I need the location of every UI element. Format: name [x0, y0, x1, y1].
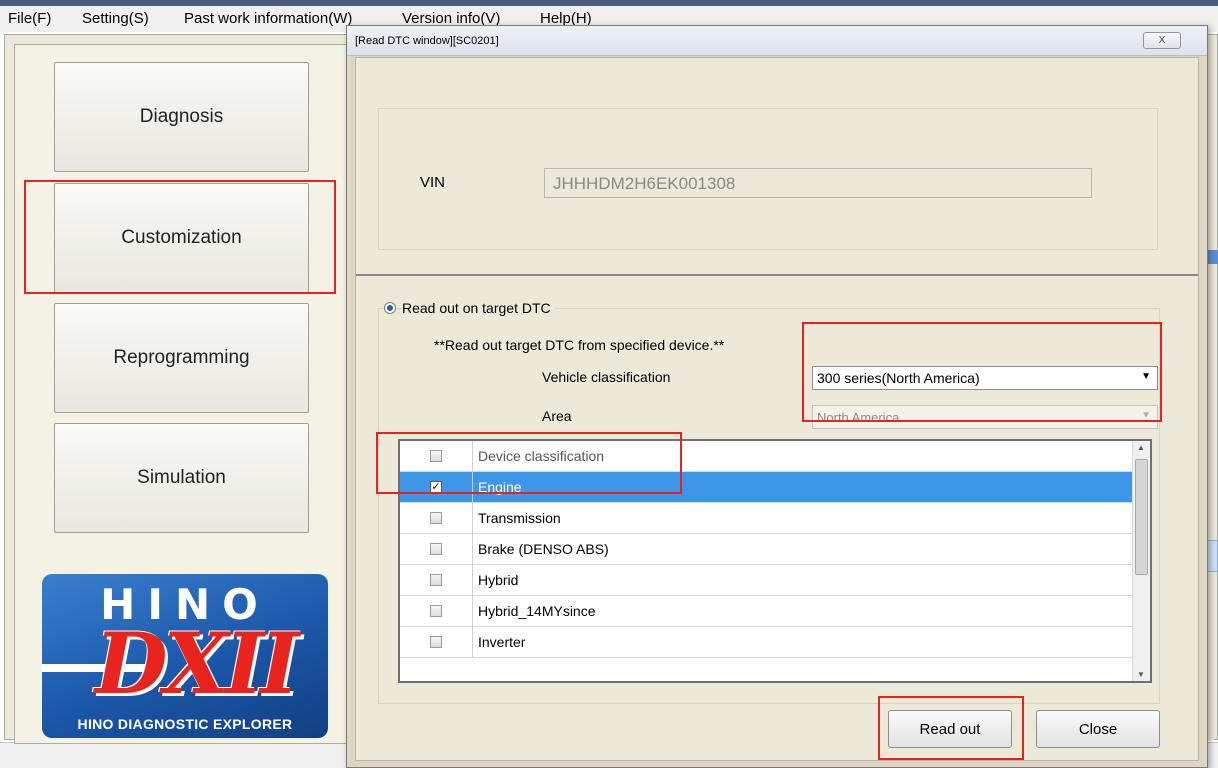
device-name: Engine: [478, 479, 522, 495]
scroll-up-icon[interactable]: ▲: [1137, 443, 1145, 452]
dialog-client-area: VIN JHHHDM2H6EK001308 Read out on target…: [355, 57, 1199, 761]
hino-dx-logo: HINO DXII HINO DIAGNOSTIC EXPLORER: [42, 574, 328, 738]
device-checkbox[interactable]: [430, 543, 442, 555]
select-all-checkbox[interactable]: [430, 450, 442, 462]
device-name: Hybrid: [478, 572, 519, 588]
logo-subtitle: HINO DIAGNOSTIC EXPLORER: [77, 716, 293, 732]
device-row-brake[interactable]: Brake (DENSO ABS): [400, 534, 1134, 565]
reprogramming-button[interactable]: Reprogramming: [54, 303, 309, 413]
vehicle-classification-select[interactable]: 300 series(North America) ▼: [812, 366, 1158, 390]
menu-file[interactable]: File(F): [8, 10, 51, 27]
column-separator: [472, 534, 473, 565]
device-name: Brake (DENSO ABS): [478, 541, 609, 557]
device-checkbox[interactable]: [430, 605, 442, 617]
area-value: North America: [817, 410, 900, 425]
vehicle-classification-value: 300 series(North America): [817, 370, 980, 386]
customization-button[interactable]: Customization: [54, 183, 309, 293]
dialog-title: [Read DTC window][SC0201]: [355, 35, 499, 47]
area-select: North America ▼: [812, 405, 1158, 429]
close-icon: X: [1158, 35, 1166, 46]
device-name: Inverter: [478, 634, 526, 650]
device-classification-list: Device classification ✓ Engine Transmiss…: [398, 439, 1152, 683]
close-button[interactable]: Close: [1036, 710, 1160, 748]
logo-product: DXII: [94, 614, 300, 713]
column-separator: [472, 503, 473, 534]
device-list-header: Device classification: [400, 441, 1134, 472]
device-row-inverter[interactable]: Inverter: [400, 627, 1134, 658]
column-separator: [472, 565, 473, 596]
read-target-radio[interactable]: [384, 302, 396, 314]
area-label: Area: [542, 408, 572, 424]
device-list-header-label: Device classification: [478, 448, 605, 464]
device-list-scrollbar[interactable]: ▲ ▼: [1132, 441, 1150, 681]
device-row-hybrid[interactable]: Hybrid: [400, 565, 1134, 596]
chevron-down-icon: ▼: [1141, 410, 1151, 421]
device-checkbox[interactable]: [430, 512, 442, 524]
section-divider: [356, 274, 1198, 276]
diagnosis-button[interactable]: Diagnosis: [54, 62, 309, 172]
chevron-down-icon: ▼: [1141, 371, 1151, 382]
column-separator: [472, 596, 473, 627]
column-separator: [472, 472, 473, 503]
device-row-engine[interactable]: ✓ Engine: [400, 472, 1134, 503]
vin-label: VIN: [420, 174, 446, 191]
dialog-close-button[interactable]: X: [1143, 32, 1181, 49]
device-checkbox-checked[interactable]: ✓: [430, 481, 442, 493]
read-dtc-dialog: [Read DTC window][SC0201] X VIN JHHHDM2H…: [346, 25, 1208, 768]
simulation-button[interactable]: Simulation: [54, 423, 309, 533]
menu-setting[interactable]: Setting(S): [82, 10, 149, 27]
read-target-radio-label[interactable]: Read out on target DTC: [402, 300, 555, 316]
menu-past-work-information[interactable]: Past work information(W): [184, 10, 352, 27]
read-target-note: **Read out target DTC from specified dev…: [434, 337, 725, 353]
scroll-down-icon[interactable]: ▼: [1137, 670, 1145, 679]
read-out-button[interactable]: Read out: [888, 710, 1012, 748]
device-name: Transmission: [478, 510, 561, 526]
scrollbar-thumb[interactable]: [1135, 459, 1148, 575]
radio-selected-dot: [387, 305, 393, 311]
dialog-titlebar[interactable]: [Read DTC window][SC0201] X: [347, 26, 1207, 56]
device-checkbox[interactable]: [430, 574, 442, 586]
device-row-transmission[interactable]: Transmission: [400, 503, 1134, 534]
vin-field: JHHHDM2H6EK001308: [544, 168, 1092, 198]
device-name: Hybrid_14MYsince: [478, 603, 596, 619]
vehicle-classification-label: Vehicle classification: [542, 369, 671, 385]
device-checkbox[interactable]: [430, 636, 442, 648]
column-separator: [472, 441, 473, 472]
column-separator: [472, 627, 473, 658]
device-row-hybrid-14mysince[interactable]: Hybrid_14MYsince: [400, 596, 1134, 627]
